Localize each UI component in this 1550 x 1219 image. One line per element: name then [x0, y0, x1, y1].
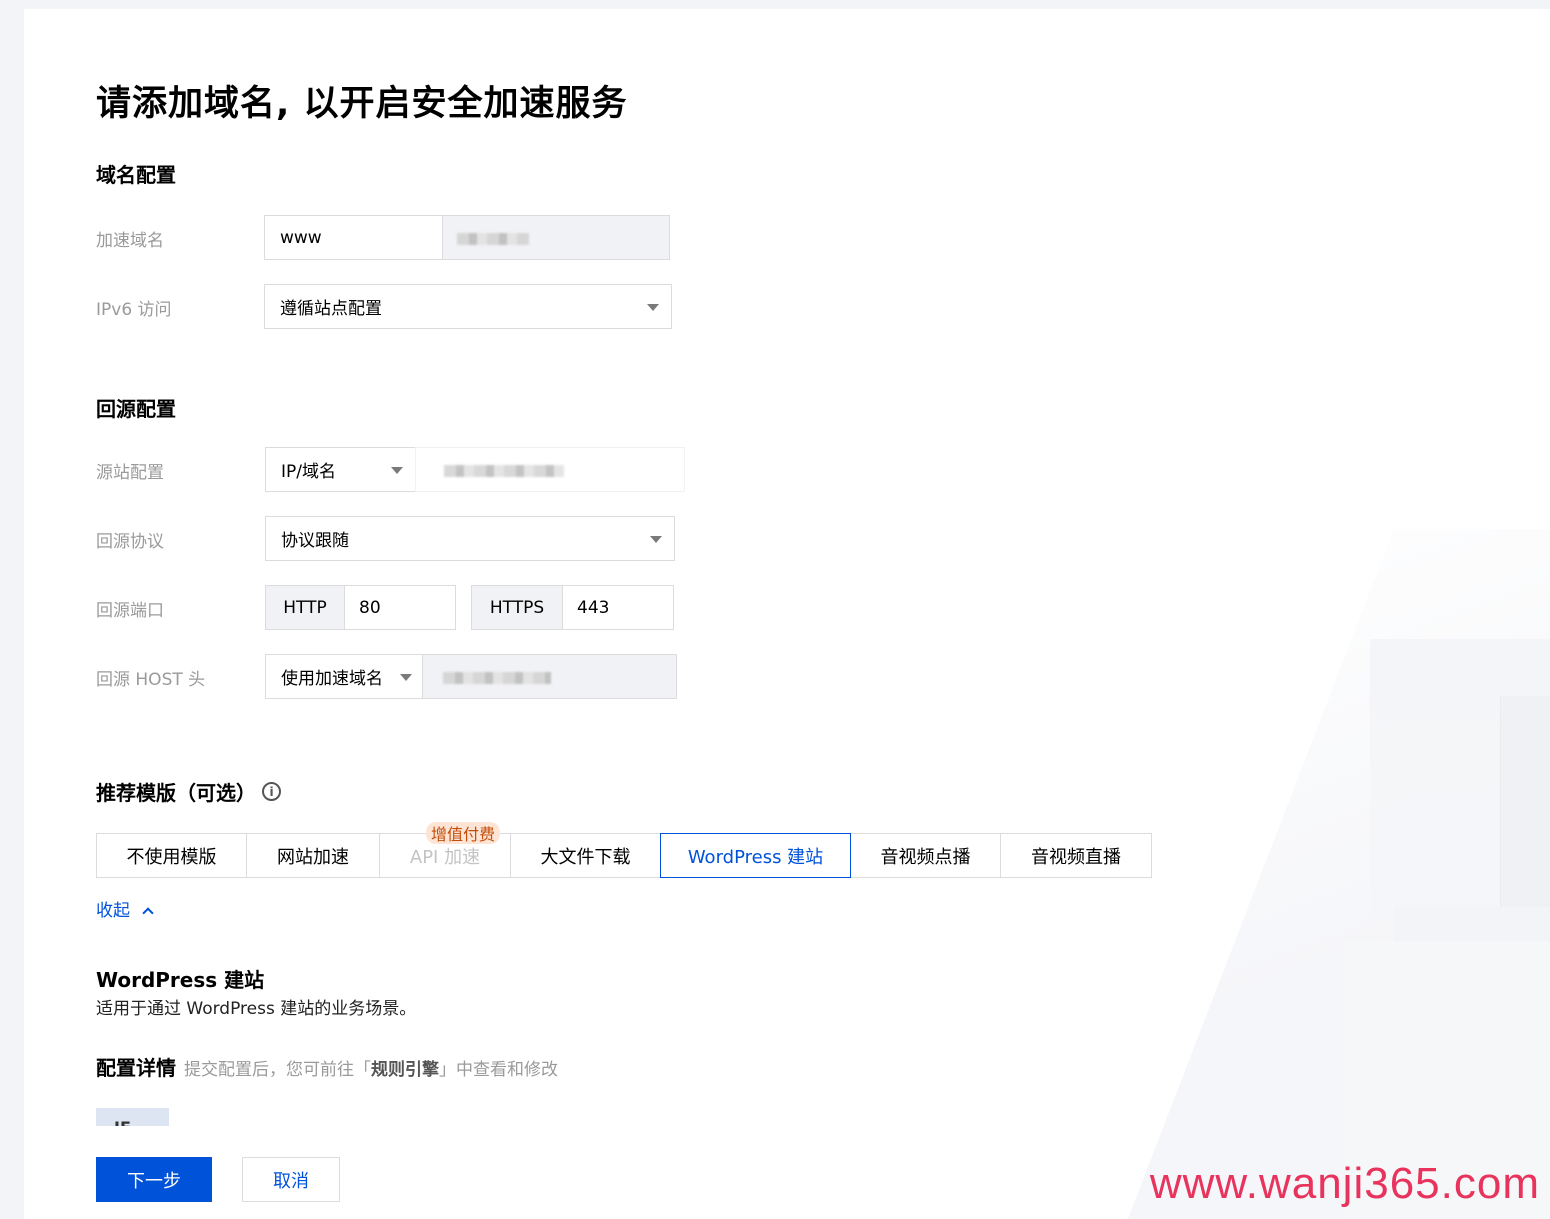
- host-select-value: 使用加速域名: [281, 669, 383, 689]
- origin-section-title: 回源配置: [96, 397, 176, 421]
- hint-suffix: 」中查看和修改: [439, 1060, 558, 1080]
- config-detail-header: 配置详情 提交配置后，您可前往「规则引擎」中查看和修改: [96, 1052, 558, 1081]
- page: 请添加域名, 以开启安全加速服务 域名配置 加速域名 www IPv6 访问 遵…: [24, 9, 1550, 1219]
- tab-label: 音视频点播: [880, 846, 971, 868]
- protocol-label: 回源协议: [96, 532, 164, 552]
- protocol-select-value: 协议跟随: [281, 531, 349, 551]
- host-value-field: [422, 654, 677, 699]
- accel-domain-label: 加速域名: [96, 231, 164, 251]
- template-section-title-text: 推荐模版（可选）: [96, 781, 256, 805]
- chevron-down-icon: [647, 304, 659, 311]
- origin-type-select[interactable]: IP/域名: [265, 447, 416, 492]
- chevron-down-icon: [400, 674, 412, 681]
- https-port-input[interactable]: 443: [562, 585, 674, 630]
- ipv6-select-value: 遵循站点配置: [280, 299, 382, 319]
- tab-label: WordPress 建站: [687, 846, 824, 868]
- hint-prefix: 提交配置后，您可前往「: [184, 1060, 371, 1080]
- http-port-input[interactable]: 80: [344, 585, 456, 630]
- domain-suffix-field: [442, 215, 670, 260]
- template-detail-desc: 适用于通过 WordPress 建站的业务场景。: [96, 999, 417, 1019]
- paid-badge: 增值付费: [426, 822, 501, 844]
- tab-api-accel: 增值付费 API 加速: [379, 822, 511, 878]
- cancel-button[interactable]: 取消: [242, 1157, 340, 1202]
- domain-prefix-input[interactable]: www: [264, 215, 444, 260]
- domain-prefix-value: www: [280, 227, 322, 248]
- redacted-value: [457, 233, 529, 245]
- tab-website-accel[interactable]: 网站加速: [246, 833, 380, 878]
- http-addon: HTTP: [265, 585, 345, 630]
- next-button-label: 下一步: [127, 1170, 181, 1192]
- background-decoration: [1500, 696, 1550, 911]
- rule-engine-text: 规则引擎: [371, 1060, 439, 1080]
- https-port-value: 443: [577, 597, 610, 618]
- port-label: 回源端口: [96, 601, 164, 621]
- http-addon-label: HTTP: [283, 597, 327, 618]
- ipv6-label: IPv6 访问: [96, 300, 172, 320]
- ipv6-select[interactable]: 遵循站点配置: [264, 284, 672, 329]
- condition-chip-text: IF: [114, 1118, 131, 1126]
- tab-label: 大文件下载: [540, 846, 631, 868]
- condition-chip: IF: [96, 1108, 169, 1126]
- http-port-value: 80: [359, 597, 381, 618]
- collapse-link-text: 收起: [96, 901, 130, 921]
- template-tabs: 不使用模版 网站加速 增值付费 API 加速 大文件下载 WordPress 建…: [96, 822, 1152, 878]
- template-section-title: 推荐模版（可选） i: [96, 777, 281, 806]
- tab-label: 音视频直播: [1031, 846, 1121, 868]
- page-title: 请添加域名, 以开启安全加速服务: [96, 84, 628, 124]
- next-button[interactable]: 下一步: [96, 1157, 212, 1202]
- protocol-select[interactable]: 协议跟随: [265, 516, 675, 561]
- chevron-up-icon: [142, 907, 155, 919]
- template-detail-title: WordPress 建站: [96, 968, 265, 992]
- host-label: 回源 HOST 头: [96, 670, 206, 690]
- collapse-link[interactable]: 收起: [96, 896, 155, 921]
- redacted-value: [443, 672, 551, 684]
- tab-label: 不使用模版: [126, 846, 217, 868]
- tab-live[interactable]: 音视频直播: [1000, 833, 1152, 878]
- background-decoration: [1394, 907, 1550, 941]
- tab-wordpress[interactable]: WordPress 建站: [660, 833, 851, 878]
- cancel-button-label: 取消: [273, 1170, 309, 1192]
- tab-vod[interactable]: 音视频点播: [850, 833, 1001, 878]
- https-addon: HTTPS: [471, 585, 563, 630]
- tab-label: API 加速: [409, 846, 481, 868]
- watermark: www.wanji365.com: [1149, 1159, 1540, 1208]
- https-addon-label: HTTPS: [489, 597, 545, 618]
- tab-label: 网站加速: [277, 846, 349, 868]
- tab-large-file[interactable]: 大文件下载: [510, 833, 661, 878]
- origin-label: 源站配置: [96, 463, 164, 483]
- chevron-down-icon: [391, 467, 403, 474]
- redacted-value: [444, 465, 564, 477]
- tab-no-template[interactable]: 不使用模版: [96, 833, 247, 878]
- origin-type-value: IP/域名: [281, 462, 336, 482]
- chevron-down-icon: [650, 536, 662, 543]
- domain-section-title: 域名配置: [96, 163, 176, 187]
- config-detail-title: 配置详情: [96, 1056, 176, 1080]
- config-detail-hint: 提交配置后，您可前往「规则引擎」中查看和修改: [184, 1055, 558, 1080]
- host-select[interactable]: 使用加速域名: [265, 654, 423, 699]
- origin-address-input[interactable]: [415, 447, 685, 492]
- info-circle-icon[interactable]: i: [262, 782, 281, 801]
